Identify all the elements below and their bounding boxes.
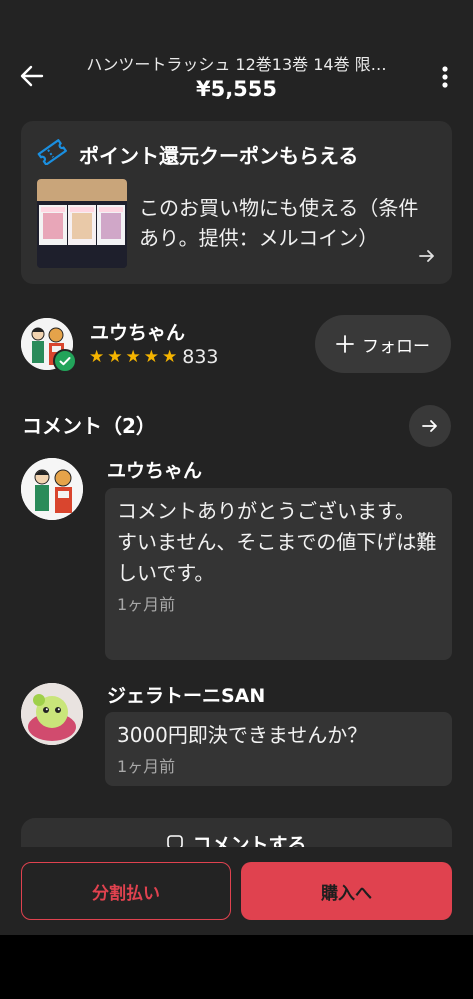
buy-button[interactable]: 購入へ — [241, 862, 452, 920]
comment-text: コメントありがとうございます。 すいません、そこまでの値下げは難しいです。 — [117, 499, 437, 585]
comment-time: 1ヶ月前 — [117, 595, 176, 614]
comment-avatar[interactable] — [21, 458, 83, 520]
item-price: ¥5,555 — [195, 77, 278, 101]
seller-name[interactable]: ユウちゃん — [90, 318, 185, 345]
comment-bubble: コメントありがとうございます。 すいません、そこまでの値下げは難しいです。 1ヶ… — [105, 488, 452, 660]
star-icon: ★ — [89, 347, 105, 367]
header-title-area: ハンツートラッシュ 12巻13巻 14巻 限… ¥5,555 — [60, 51, 413, 101]
view-all-comments-button[interactable] — [409, 405, 451, 447]
arrow-left-icon — [20, 65, 44, 87]
back-button[interactable] — [16, 60, 48, 92]
coupon-title: ポイント還元クーポンもらえる — [79, 144, 359, 168]
plus-icon — [336, 335, 354, 353]
split-payment-button[interactable]: 分割払い — [21, 862, 231, 920]
star-icon: ★ — [143, 347, 159, 367]
item-detail-screen: ハンツートラッシュ 12巻13巻 14巻 限… ¥5,555 ポイント還元クーポ… — [0, 0, 473, 935]
bottom-action-bar: 分割払い 購入へ — [0, 847, 473, 935]
comments-heading: コメント（2） — [22, 414, 156, 438]
comment-bubble: 3000円即決できませんか？ 1ヶ月前 — [105, 712, 452, 786]
header: ハンツートラッシュ 12巻13巻 14巻 限… ¥5,555 — [0, 40, 473, 112]
more-vertical-icon — [442, 66, 448, 88]
comment-text: 3000円即決できませんか？ — [117, 723, 368, 747]
comment-author[interactable]: ジェラトーニSAN — [107, 681, 265, 708]
shield-check-icon — [59, 357, 71, 366]
verified-badge — [53, 349, 77, 373]
arrow-right-icon — [422, 420, 437, 432]
comment-author[interactable]: ユウちゃん — [107, 456, 202, 483]
coupon-description: このお買い物にも使える（条件あり。提供：メルコイン） — [139, 196, 419, 250]
arrow-right-icon — [419, 250, 434, 262]
item-title: ハンツートラッシュ 12巻13巻 14巻 限… — [86, 55, 387, 74]
comment-time: 1ヶ月前 — [117, 757, 176, 776]
star-icon: ★ — [125, 347, 141, 367]
review-count: 833 — [182, 346, 219, 368]
seller-rating: ★ ★ ★ ★ ★ 833 — [89, 346, 219, 368]
ticket-icon — [37, 139, 67, 165]
coupon-card[interactable]: ポイント還元クーポンもらえる このお買い物にも使える（条件あり。提供：メルコイン… — [21, 121, 452, 284]
star-icon: ★ — [162, 347, 178, 367]
follow-label: フォロー — [362, 336, 430, 357]
comment-avatar[interactable] — [21, 683, 83, 745]
coupon-product-image — [37, 179, 127, 268]
more-options-button[interactable] — [437, 64, 453, 92]
follow-button[interactable]: フォロー — [315, 315, 451, 373]
star-icon: ★ — [107, 347, 123, 367]
